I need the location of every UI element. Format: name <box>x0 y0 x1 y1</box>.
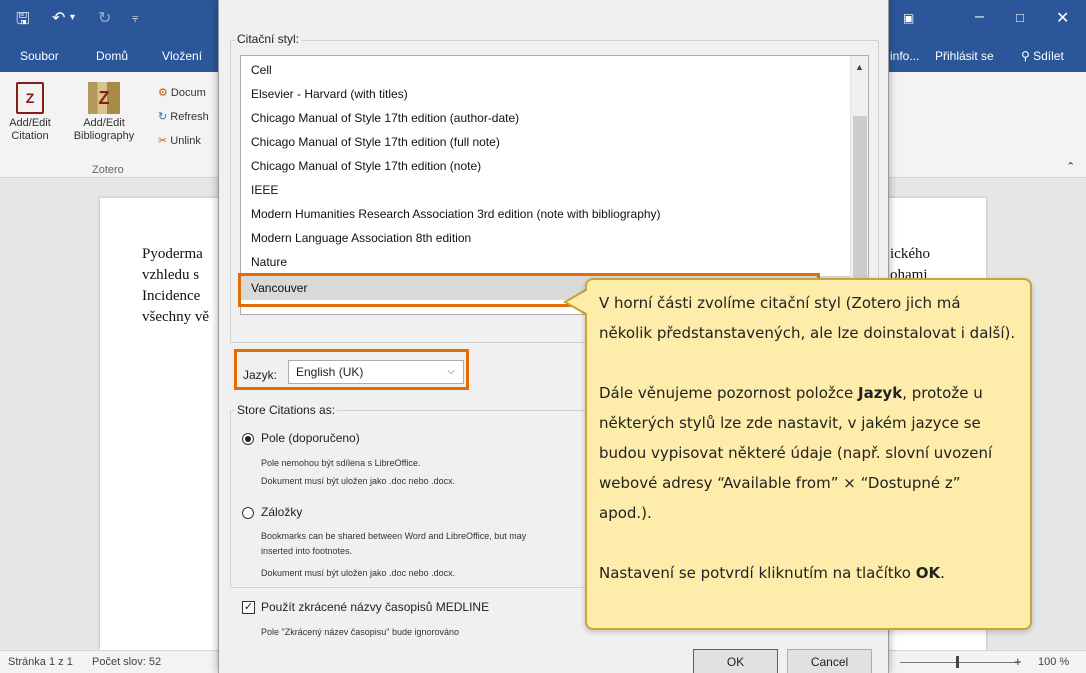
add-edit-citation-button[interactable]: Z Add/Edit Citation <box>4 82 56 143</box>
bookmarks-option-label[interactable]: Záložky <box>261 505 302 519</box>
sign-in-link[interactable]: Přihlásit se <box>935 49 994 63</box>
refresh-icon: ↻ <box>158 111 171 123</box>
unlink-icon: ✂ <box>158 135 171 147</box>
bookmarks-note: Dokument musí být uložen jako .doc nebo … <box>261 568 456 578</box>
page-count: Stránka 1 z 1 <box>8 656 73 668</box>
share-button[interactable]: ⚲ Sdílet <box>1021 49 1064 63</box>
list-item[interactable]: Modern Language Association 8th edition <box>241 226 851 250</box>
list-item[interactable]: Cell <box>241 58 851 82</box>
medline-label[interactable]: Použít zkrácené názvy časopisů MEDLINE <box>261 600 489 614</box>
add-edit-bibliography-button[interactable]: Z Add/Edit Bibliography <box>58 82 150 143</box>
list-item[interactable]: IEEE <box>241 178 851 202</box>
citation-icon: Z <box>16 82 44 114</box>
ribbon-group-label: Zotero <box>92 164 124 176</box>
list-item[interactable]: Elsevier - Harvard (with titles) <box>241 82 851 106</box>
doc-line: vzhledu s <box>142 267 200 283</box>
redo-icon[interactable]: ↻ <box>98 8 111 28</box>
cancel-button[interactable]: Cancel <box>787 649 872 673</box>
customize-icon[interactable]: ⫧ <box>132 11 139 26</box>
minimize-icon[interactable]: – <box>975 8 984 26</box>
document-preferences-button[interactable]: ⚙ Docum <box>158 86 206 99</box>
list-item[interactable]: Chicago Manual of Style 17th edition (no… <box>241 154 851 178</box>
help-callout: V horní části zvolíme citační styl (Zote… <box>585 278 1032 630</box>
medline-note: Pole "Zkrácený název časopisu" bude igno… <box>261 627 460 637</box>
callout-text: Nastavení se potvrdí kliknutím na tlačít… <box>599 564 945 582</box>
medline-checkbox[interactable]: ✓ <box>242 601 255 614</box>
refresh-button[interactable]: ↻ Refresh <box>158 110 209 123</box>
list-item[interactable]: Modern Humanities Research Association 3… <box>241 202 851 226</box>
bookmarks-note: inserted into footnotes. <box>261 546 353 556</box>
fields-note: Pole nemohou být sdílena s LibreOffice. <box>261 458 421 468</box>
language-label: Jazyk: <box>243 368 278 382</box>
fields-option-label[interactable]: Pole (doporučeno) <box>261 431 360 445</box>
zoom-thumb[interactable] <box>956 656 959 668</box>
doc-line: Incidence <box>142 288 201 304</box>
person-icon: ⚲ <box>1021 49 1034 63</box>
chevron-down-icon: ⌵ <box>447 366 455 377</box>
maximize-icon[interactable]: □ <box>1016 10 1024 25</box>
ribbon-display-icon[interactable]: ▣ <box>903 11 914 25</box>
callout-pointer-fill <box>567 290 588 314</box>
callout-text: Dále věnujeme pozornost položce Jazyk, p… <box>599 384 993 522</box>
language-select[interactable]: English (UK) ⌵ <box>288 360 464 384</box>
menu-file[interactable]: Soubor <box>20 49 59 63</box>
list-scrollbar[interactable]: ▲ <box>850 56 868 314</box>
bookmarks-note: Bookmarks can be shared between Word and… <box>261 531 527 541</box>
menu-home[interactable]: Domů <box>96 49 128 63</box>
save-icon[interactable]: 🖫 <box>16 8 30 35</box>
zoom-level: 100 % <box>1038 656 1070 668</box>
store-citations-label: Store Citations as: <box>235 403 338 417</box>
callout-text: V horní části zvolíme citační styl (Zote… <box>599 294 1016 342</box>
doc-line: Pyoderma <box>142 246 203 262</box>
doc-line: všechny vě <box>142 309 210 325</box>
citation-style-label: Citační styl: <box>235 32 302 46</box>
menu-info[interactable]: info... <box>890 49 919 63</box>
list-item[interactable]: Nature <box>241 250 851 274</box>
list-item[interactable]: Chicago Manual of Style 17th edition (fu… <box>241 130 851 154</box>
undo-dropdown-icon[interactable]: ▾ <box>70 12 75 23</box>
bibliography-icon: Z <box>88 82 120 114</box>
zoom-slider[interactable] <box>900 662 1020 663</box>
collapse-ribbon-icon[interactable]: ⌃ <box>1066 160 1075 173</box>
list-item[interactable]: Chicago Manual of Style 17th edition (au… <box>241 106 851 130</box>
undo-icon[interactable]: ↶ <box>52 8 65 28</box>
gear-icon: ⚙ <box>158 87 171 99</box>
ok-button[interactable]: OK <box>693 649 778 673</box>
word-count: Počet slov: 52 <box>92 656 162 668</box>
close-icon[interactable]: ✕ <box>1056 8 1069 28</box>
menu-insert[interactable]: Vložení <box>162 49 202 63</box>
fields-radio[interactable] <box>242 433 254 445</box>
fields-note: Dokument musí být uložen jako .doc nebo … <box>261 476 456 486</box>
unlink-button[interactable]: ✂ Unlink <box>158 134 201 147</box>
doc-line: ického <box>890 246 930 262</box>
bookmarks-radio[interactable] <box>242 507 254 519</box>
scroll-up-icon[interactable]: ▲ <box>855 62 864 72</box>
zoom-in-icon[interactable]: + <box>1014 654 1022 669</box>
